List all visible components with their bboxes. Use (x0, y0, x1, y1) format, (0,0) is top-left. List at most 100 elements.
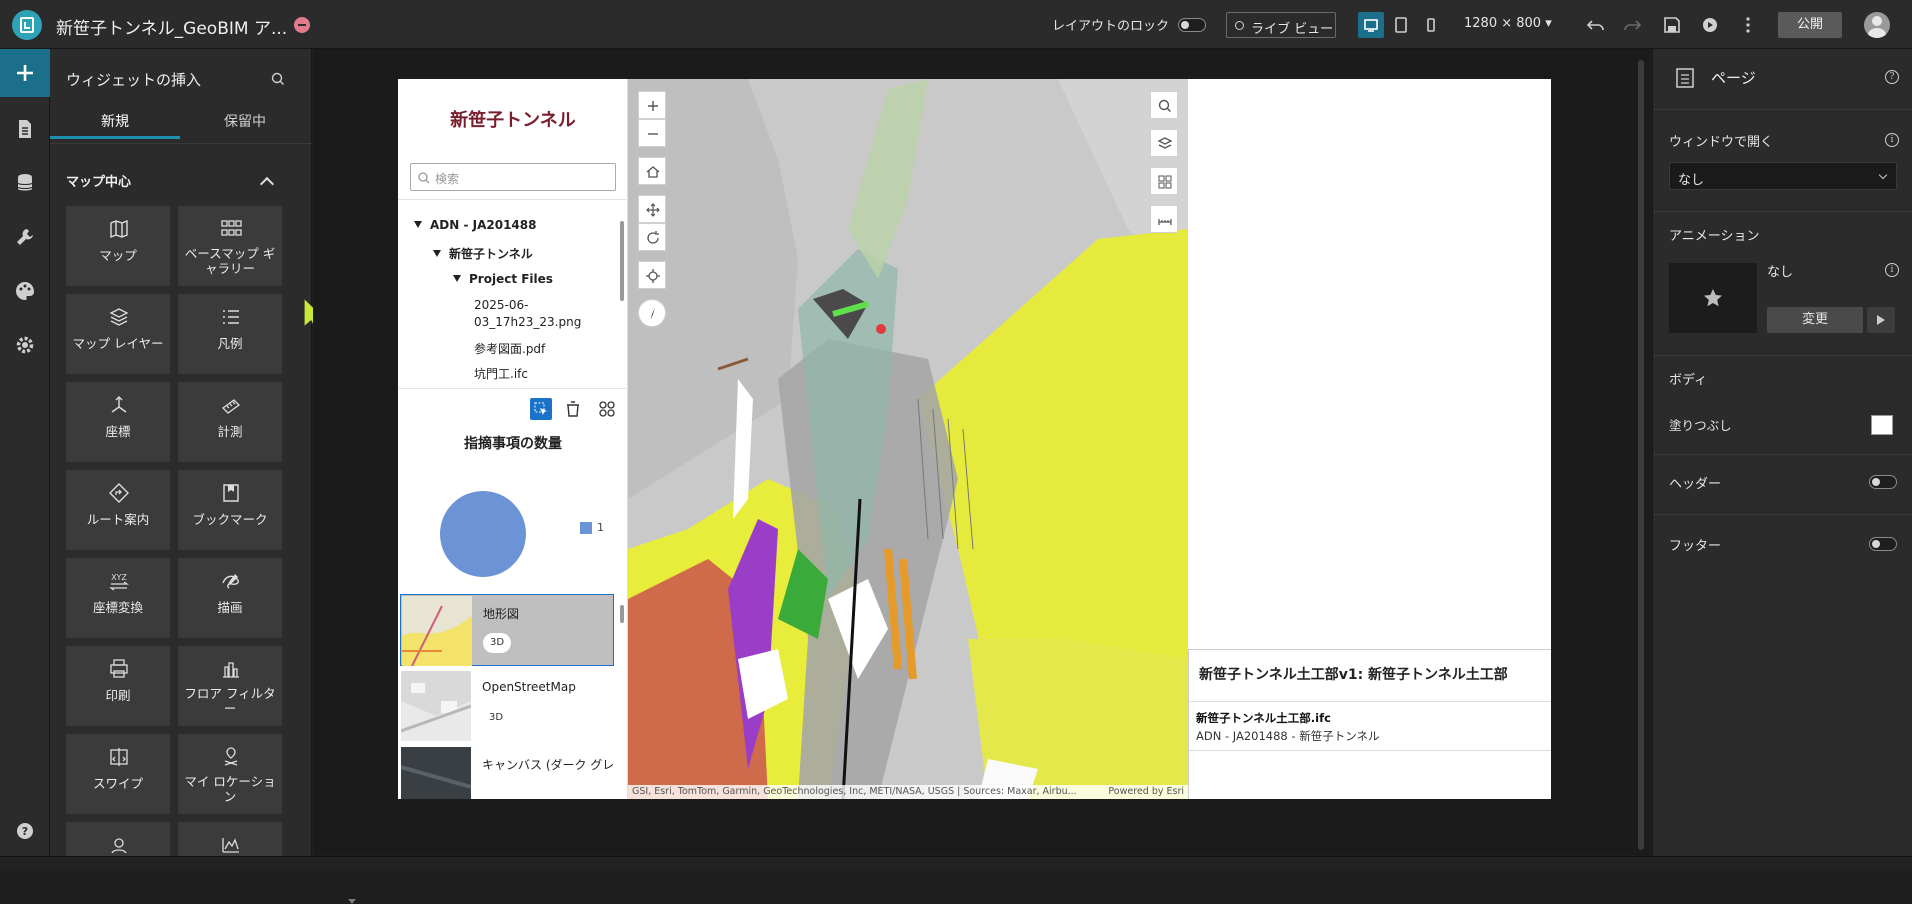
user-avatar-icon[interactable] (1864, 12, 1890, 38)
tree-item-folder[interactable]: Project Files (453, 272, 553, 286)
rotate-button[interactable] (638, 223, 666, 251)
widget-card-floor-filter[interactable]: フロア フィルター (178, 646, 282, 726)
map-layers-button[interactable] (1150, 129, 1178, 157)
live-view-button[interactable]: ライブ ビュー (1226, 12, 1336, 38)
device-desktop-button[interactable] (1358, 12, 1384, 38)
app-logo-icon[interactable] (12, 10, 42, 40)
scene-view[interactable]: GSI, Esri, TomTom, Garmin, GeoTechnologi… (628, 79, 1188, 799)
tree-item-file-png-line2[interactable]: 03_17h23_23.png (474, 315, 581, 329)
chevron-up-icon[interactable] (259, 176, 275, 192)
publish-button[interactable]: 公開 (1778, 12, 1842, 38)
bookmark-thumbnail (401, 747, 471, 799)
tree-item-file-pdf[interactable]: 参考図面.pdf (474, 340, 545, 357)
tree-scrollbar[interactable] (620, 221, 624, 301)
bookmark-name: OpenStreetMap (482, 680, 576, 694)
device-phone-button[interactable] (1418, 12, 1444, 38)
widget-card-label: マップ (99, 248, 137, 263)
tab-pending[interactable]: 保留中 (180, 111, 310, 139)
widget-search-button[interactable] (270, 71, 286, 87)
home-button[interactable] (638, 157, 666, 185)
powered-by-esri[interactable]: Powered by Esri (1108, 785, 1184, 799)
more-options-button[interactable] (1736, 13, 1760, 37)
widget-card-basemap-gallery[interactable]: ベースマップ ギャラリー (178, 206, 282, 286)
tree-item-root[interactable]: ADN - JA201488 (414, 218, 536, 232)
bookmark-item[interactable]: 地形図 3D (400, 594, 614, 666)
header-toggle[interactable] (1869, 475, 1897, 489)
widget-card-legend[interactable]: 凡例 (178, 294, 282, 374)
basemap-button[interactable] (1150, 167, 1178, 195)
pie-slice[interactable] (440, 491, 526, 577)
resolution-value: 1280 × 800 (1464, 16, 1542, 31)
page-icon (1676, 68, 1694, 88)
unpublished-status-icon[interactable] (294, 17, 310, 33)
rail-settings[interactable] (0, 321, 50, 369)
map-search-button[interactable] (1150, 91, 1178, 119)
live-view-label: ライブ ビュー (1251, 22, 1334, 37)
measure-icon (222, 399, 240, 414)
undo-button[interactable] (1584, 13, 1608, 37)
panel-scroll-down[interactable] (348, 899, 356, 904)
bookmark-item[interactable]: OpenStreetMap 3D (400, 670, 614, 742)
measure-button[interactable] (1150, 205, 1178, 233)
rail-insert-widget[interactable] (0, 49, 50, 97)
save-button[interactable] (1660, 13, 1684, 37)
widget-card-label: 描画 (217, 600, 243, 615)
widget-card-label: ブックマーク (192, 512, 268, 527)
redo-button[interactable] (1620, 13, 1644, 37)
pan-button[interactable] (638, 195, 666, 223)
divider (1653, 211, 1912, 212)
zoom-in-button[interactable] (638, 91, 666, 119)
bookmark-item[interactable]: キャンバス (ダーク グレ (400, 746, 614, 799)
widget-card-coordinate-conversion[interactable]: XYZ 座標変換 (66, 558, 170, 638)
widget-card-map-layers[interactable]: マップ レイヤー (66, 294, 170, 374)
widget-card-my-location[interactable]: マイ ロケーション (178, 734, 282, 814)
bookmark-scrollbar[interactable] (620, 605, 624, 623)
canvas-scrollbar[interactable] (1638, 60, 1644, 850)
zoom-out-button[interactable] (638, 119, 666, 147)
rail-data[interactable] (0, 159, 50, 207)
panel-title: ウィジェットの挿入 (66, 71, 202, 89)
play-animation-button[interactable] (1867, 307, 1895, 333)
palette-icon (16, 282, 34, 300)
widget-card-draw[interactable]: 描画 (178, 558, 282, 638)
select-tool-button[interactable] (530, 398, 552, 420)
tree-item-project[interactable]: 新笹子トンネル (433, 245, 533, 262)
widget-card-swipe[interactable]: スワイプ (66, 734, 170, 814)
widget-card-coordinates[interactable]: 座標 (66, 382, 170, 462)
caret-down-icon (414, 221, 422, 228)
attribution-text: GSI, Esri, TomTom, Garmin, GeoTechnologi… (632, 786, 1077, 797)
widget-card-print[interactable]: 印刷 (66, 646, 170, 726)
rail-theme[interactable] (0, 267, 50, 315)
app-page-preview: 新笹子トンネル 検索 ADN - JA201488 新笹子トンネル Projec… (398, 79, 1551, 799)
footer-toggle[interactable] (1869, 537, 1897, 551)
device-tablet-button[interactable] (1388, 12, 1414, 38)
phone-icon (1427, 18, 1435, 32)
widget-card-bookmark[interactable]: ブックマーク (178, 470, 282, 550)
live-view-radio-icon (1235, 21, 1244, 30)
app-title[interactable]: 新笹子トンネル_GeoBIM ア... (56, 14, 287, 39)
fill-color-swatch[interactable] (1871, 415, 1893, 435)
help-icon[interactable]: ? (1885, 70, 1899, 84)
rail-tools[interactable] (0, 213, 50, 261)
search-input[interactable]: 検索 (410, 163, 616, 191)
widget-card-directions[interactable]: ルート案内 (66, 470, 170, 550)
info-icon[interactable]: i (1885, 133, 1899, 147)
preview-button[interactable] (1698, 13, 1722, 37)
near-me-icon (111, 838, 127, 854)
widget-card-measure[interactable]: 計測 (178, 382, 282, 462)
rail-page[interactable] (0, 105, 50, 153)
tab-new[interactable]: 新規 (50, 111, 180, 139)
open-in-window-select[interactable]: なし (1669, 162, 1897, 190)
rail-help[interactable]: ? (0, 807, 50, 855)
tree-item-file-ifc[interactable]: 坑門工.ifc (474, 365, 528, 382)
compass-button[interactable] (638, 299, 666, 327)
layout-lock-toggle[interactable] (1178, 18, 1206, 32)
resolution-dropdown[interactable]: 1280 × 800 ▾ (1464, 16, 1552, 31)
view-options-button[interactable] (596, 398, 618, 420)
locate-button[interactable] (638, 261, 666, 289)
clear-selection-button[interactable] (562, 398, 584, 420)
tree-item-file-png[interactable]: 2025-06- (474, 298, 528, 312)
widget-card-map[interactable]: マップ (66, 206, 170, 286)
info-icon[interactable]: i (1885, 263, 1899, 277)
change-animation-button[interactable]: 変更 (1767, 307, 1863, 333)
